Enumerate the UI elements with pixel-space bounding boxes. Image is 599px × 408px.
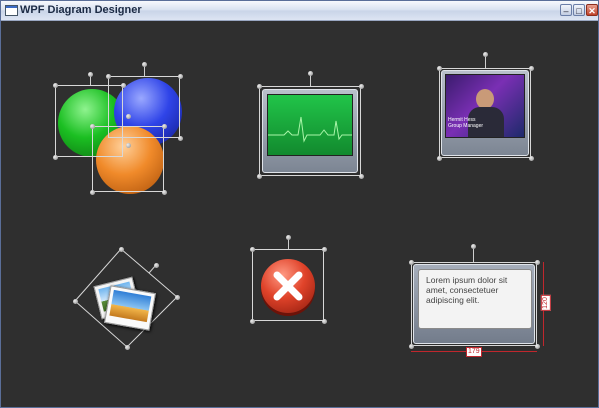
resize-handle[interactable] xyxy=(534,343,540,349)
photos-icon-front xyxy=(104,285,156,331)
rotate-handle[interactable] xyxy=(125,113,131,119)
resize-handle[interactable] xyxy=(436,155,442,161)
monitor-screen xyxy=(267,94,353,156)
note-frame: Lorem ipsum dolor sit amet, consectetuer… xyxy=(413,264,535,344)
designer-canvas[interactable]: Hermit Hess Group Manager Lorem ipsum do… xyxy=(4,21,595,404)
selection-frame xyxy=(92,126,164,192)
resize-handle[interactable] xyxy=(528,65,534,71)
rotate-handle[interactable] xyxy=(482,51,488,57)
resize-handle[interactable] xyxy=(528,155,534,161)
resize-handle[interactable] xyxy=(124,344,130,350)
rotate-handle[interactable] xyxy=(141,61,147,67)
rotate-handle[interactable] xyxy=(285,234,291,240)
video-item[interactable]: Hermit Hess Group Manager xyxy=(434,49,534,161)
note-body[interactable]: Lorem ipsum dolor sit amet, consectetuer… xyxy=(418,269,532,329)
close-icon xyxy=(261,259,315,313)
resize-handle[interactable] xyxy=(436,65,442,71)
maximize-button[interactable]: □ xyxy=(573,4,585,16)
speaker-head xyxy=(476,89,494,109)
rotate-line xyxy=(90,75,91,85)
rotate-handle[interactable] xyxy=(153,262,159,268)
resize-handle[interactable] xyxy=(408,259,414,265)
close-icon-item[interactable] xyxy=(247,229,327,324)
app-icon xyxy=(5,5,18,16)
video-overlay: Hermit Hess Group Manager xyxy=(448,117,483,129)
resize-handle[interactable] xyxy=(177,73,183,79)
minimize-button[interactable]: – xyxy=(560,4,572,16)
resize-handle[interactable] xyxy=(118,246,124,252)
resize-handle[interactable] xyxy=(120,82,126,88)
title-bar[interactable]: WPF Diagram Designer – □ ✕ xyxy=(1,1,598,21)
rotate-handle[interactable] xyxy=(87,71,93,77)
rotate-handle[interactable] xyxy=(470,243,476,249)
resize-handle[interactable] xyxy=(408,343,414,349)
app-window: WPF Diagram Designer – □ ✕ Hermit Hess G… xyxy=(0,0,599,408)
monitor-item[interactable] xyxy=(256,67,366,179)
photo-item[interactable] xyxy=(69,243,180,353)
resize-handle[interactable] xyxy=(52,154,58,160)
resize-handle[interactable] xyxy=(358,173,364,179)
resize-handle[interactable] xyxy=(174,294,180,300)
close-window-button[interactable]: ✕ xyxy=(586,4,598,16)
resize-handle[interactable] xyxy=(161,123,167,129)
x-mark xyxy=(273,271,303,301)
width-label: 179 xyxy=(466,347,482,357)
overlay-title: Group Manager xyxy=(448,123,484,129)
rotate-handle[interactable] xyxy=(307,70,313,76)
window-title: WPF Diagram Designer xyxy=(20,4,142,16)
heartbeat-trace xyxy=(268,116,352,143)
note-text: Lorem ipsum dolor sit amet, consectetuer… xyxy=(426,275,508,305)
resize-handle[interactable] xyxy=(52,82,58,88)
resize-handle[interactable] xyxy=(161,189,167,195)
resize-handle[interactable] xyxy=(125,142,131,148)
resize-handle[interactable] xyxy=(321,246,327,252)
resize-handle[interactable] xyxy=(105,73,111,79)
resize-handle[interactable] xyxy=(321,318,327,324)
resize-handle[interactable] xyxy=(177,135,183,141)
resize-handle[interactable] xyxy=(534,259,540,265)
balls-group[interactable] xyxy=(52,61,184,198)
monitor-frame xyxy=(262,89,358,173)
resize-handle[interactable] xyxy=(89,189,95,195)
resize-handle[interactable] xyxy=(72,298,78,304)
rotate-line xyxy=(144,65,145,76)
resize-handle[interactable] xyxy=(256,173,262,179)
resize-handle[interactable] xyxy=(256,83,262,89)
resize-handle[interactable] xyxy=(249,318,255,324)
video-screen: Hermit Hess Group Manager xyxy=(445,74,525,138)
video-frame: Hermit Hess Group Manager xyxy=(441,70,529,156)
resize-handle[interactable] xyxy=(249,246,255,252)
height-label: 120 xyxy=(540,295,551,311)
note-item[interactable]: Lorem ipsum dolor sit amet, consectetuer… xyxy=(407,243,557,361)
resize-handle[interactable] xyxy=(358,83,364,89)
resize-handle[interactable] xyxy=(89,123,95,129)
